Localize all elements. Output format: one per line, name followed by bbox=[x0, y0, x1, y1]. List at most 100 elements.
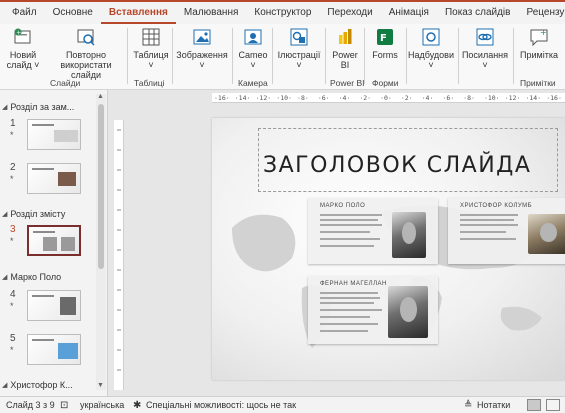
tab-animations[interactable]: Анімація bbox=[381, 7, 437, 24]
accessibility-status[interactable]: Спеціальні можливості: щось не так bbox=[146, 400, 296, 410]
explorer-card[interactable]: МАРКО ПОЛО bbox=[308, 198, 438, 264]
power-bi-button[interactable]: Power BI bbox=[330, 26, 360, 70]
explorer-card[interactable]: ХРИСТОФОР КОЛУМБ bbox=[448, 198, 565, 264]
table-button[interactable]: Таблиця ˅ bbox=[133, 26, 169, 70]
card-text-line bbox=[320, 316, 370, 318]
ruler-tick: ·4· bbox=[338, 94, 351, 102]
animation-star-icon: * bbox=[10, 174, 14, 184]
collapse-caret-icon[interactable]: ◢ bbox=[2, 381, 7, 389]
card-title: ФЕРНАН МАГЕЛЛАН bbox=[320, 281, 387, 287]
thumbnail-image bbox=[61, 237, 75, 251]
card-text-line bbox=[320, 302, 374, 304]
card-text-line bbox=[460, 231, 506, 233]
accessibility-icon[interactable]: ✱ bbox=[133, 400, 141, 411]
title-placeholder[interactable]: ЗАГОЛОВОК СЛАЙДА bbox=[258, 128, 558, 192]
horizontal-ruler: ·16· ·14· ·12· ·10· ·8· ·6· ·4· ·2· ·0· ·2· ·4· ·6·… bbox=[212, 93, 565, 103]
reuse-slides-button[interactable]: Повторно використати слайди bbox=[50, 26, 122, 80]
slide-sorter-view-icon[interactable] bbox=[546, 399, 560, 411]
slide-thumbnail-pane: ◢ Розділ за зам... 1 * 2 * ◢ Розділ зміс… bbox=[0, 90, 108, 396]
slide-counter: Слайд 3 з 9 bbox=[6, 400, 55, 410]
cameo-button[interactable]: Cameo ˅ bbox=[236, 26, 270, 70]
thumbnail-image bbox=[43, 237, 57, 251]
illustrations-button[interactable]: Ілюстрації ˅ bbox=[276, 26, 322, 70]
slide-title[interactable]: ЗАГОЛОВОК СЛАЙДА bbox=[263, 153, 531, 178]
new-slide-button[interactable]: + Новий слайд ˅ bbox=[6, 26, 40, 70]
section-header[interactable]: ◢ Розділ за зам... bbox=[2, 102, 74, 112]
scroll-up-icon[interactable]: ▲ bbox=[97, 93, 104, 100]
card-text-line bbox=[320, 224, 382, 226]
collapse-caret-icon[interactable]: ◢ bbox=[2, 210, 7, 218]
ruler-tick: ·8· bbox=[463, 94, 475, 102]
slide-thumbnail[interactable] bbox=[27, 290, 81, 321]
section-header[interactable]: ◢ Марко Поло bbox=[2, 272, 61, 282]
addins-icon bbox=[420, 26, 442, 48]
card-title: МАРКО ПОЛО bbox=[320, 203, 366, 209]
portrait-image bbox=[392, 212, 426, 258]
ruler-tick: ·6· bbox=[442, 94, 455, 102]
explorer-card[interactable]: ФЕРНАН МАГЕЛЛАН bbox=[308, 276, 438, 344]
spellcheck-icon[interactable]: ⊡ bbox=[60, 400, 68, 411]
tab-review[interactable]: Рецензування bbox=[518, 7, 565, 24]
group-tables-label: Таблиці bbox=[134, 78, 165, 88]
collapse-caret-icon[interactable]: ◢ bbox=[2, 103, 7, 111]
card-text-line bbox=[460, 219, 514, 221]
scroll-down-icon[interactable]: ▼ bbox=[97, 382, 104, 389]
ribbon-separator bbox=[325, 28, 326, 84]
links-button[interactable]: Посилання ˅ bbox=[460, 26, 510, 70]
tab-insert[interactable]: Вставлення bbox=[100, 7, 176, 24]
tab-slide-show[interactable]: Показ слайдів bbox=[437, 7, 519, 24]
notes-icon[interactable]: ≜ bbox=[464, 400, 472, 411]
group-comments-label: Примітки bbox=[520, 78, 556, 88]
slide-thumbnail[interactable] bbox=[27, 334, 81, 365]
cameo-icon bbox=[242, 26, 264, 48]
section-header[interactable]: ◢ Христофор К... bbox=[2, 380, 73, 390]
thumbnail-image bbox=[60, 297, 76, 315]
card-text-line bbox=[320, 231, 370, 233]
ruler-tick: ·0· bbox=[380, 94, 392, 102]
addins-button[interactable]: Надбудови ˅ bbox=[408, 26, 454, 70]
slide-thumbnail-selected[interactable] bbox=[27, 225, 81, 256]
addins-label: Надбудови ˅ bbox=[408, 50, 454, 70]
ruler-tick: ·2· bbox=[359, 94, 372, 102]
cameo-label: Cameo ˅ bbox=[238, 50, 268, 70]
table-label: Таблиця ˅ bbox=[133, 50, 169, 70]
current-slide[interactable]: ЗАГОЛОВОК СЛАЙДА МАРКО ПОЛО ХРИСТОФОР КО… bbox=[212, 118, 565, 380]
card-text-line bbox=[320, 238, 380, 240]
tab-file[interactable]: Файл bbox=[4, 7, 45, 24]
new-slide-label: Новий слайд ˅ bbox=[6, 50, 40, 70]
tab-draw[interactable]: Малювання bbox=[176, 7, 247, 24]
animation-star-icon: * bbox=[10, 301, 14, 311]
normal-view-icon[interactable] bbox=[527, 399, 541, 411]
picture-icon bbox=[191, 26, 213, 48]
comment-button[interactable]: + Примітка bbox=[516, 26, 562, 60]
slide-thumbnail[interactable] bbox=[27, 119, 81, 150]
ruler-tick: ·2· bbox=[400, 94, 413, 102]
link-icon bbox=[474, 26, 496, 48]
ruler-tick: ·4· bbox=[421, 94, 434, 102]
collapse-caret-icon[interactable]: ◢ bbox=[2, 273, 7, 281]
thumbnail-map bbox=[58, 343, 78, 359]
slide-editor: ·16· ·14· ·12· ·10· ·8· ·6· ·4· ·2· ·0· ·2· ·4· ·6·… bbox=[108, 90, 565, 396]
section-header[interactable]: ◢ Розділ змісту bbox=[2, 209, 65, 219]
comment-label: Примітка bbox=[520, 50, 558, 60]
card-title: ХРИСТОФОР КОЛУМБ bbox=[460, 203, 533, 209]
forms-icon: F bbox=[374, 26, 396, 48]
card-text-line bbox=[460, 224, 518, 226]
thumbnail-scrollbar[interactable]: ▲ ▼ bbox=[96, 93, 106, 390]
forms-button[interactable]: F Forms bbox=[368, 26, 402, 60]
status-bar: Слайд 3 з 9 ⊡ українська ✱ Спеціальні мо… bbox=[0, 396, 565, 413]
card-text-line bbox=[320, 323, 378, 325]
tab-design[interactable]: Конструктор bbox=[246, 7, 319, 24]
tab-transitions[interactable]: Переходи bbox=[319, 7, 380, 24]
slide-number: 5 bbox=[10, 333, 16, 344]
table-icon bbox=[140, 26, 162, 48]
ruler-tick: ·10· bbox=[483, 94, 500, 102]
images-button[interactable]: Зображення ˅ bbox=[176, 26, 228, 70]
links-label: Посилання ˅ bbox=[461, 50, 509, 70]
slide-thumbnail[interactable] bbox=[27, 163, 81, 194]
animation-star-icon: * bbox=[10, 130, 14, 140]
scrollbar-thumb[interactable] bbox=[98, 104, 104, 269]
language-indicator[interactable]: українська bbox=[80, 400, 124, 410]
notes-button[interactable]: Нотатки bbox=[477, 400, 510, 410]
tab-home[interactable]: Основне bbox=[45, 7, 101, 24]
